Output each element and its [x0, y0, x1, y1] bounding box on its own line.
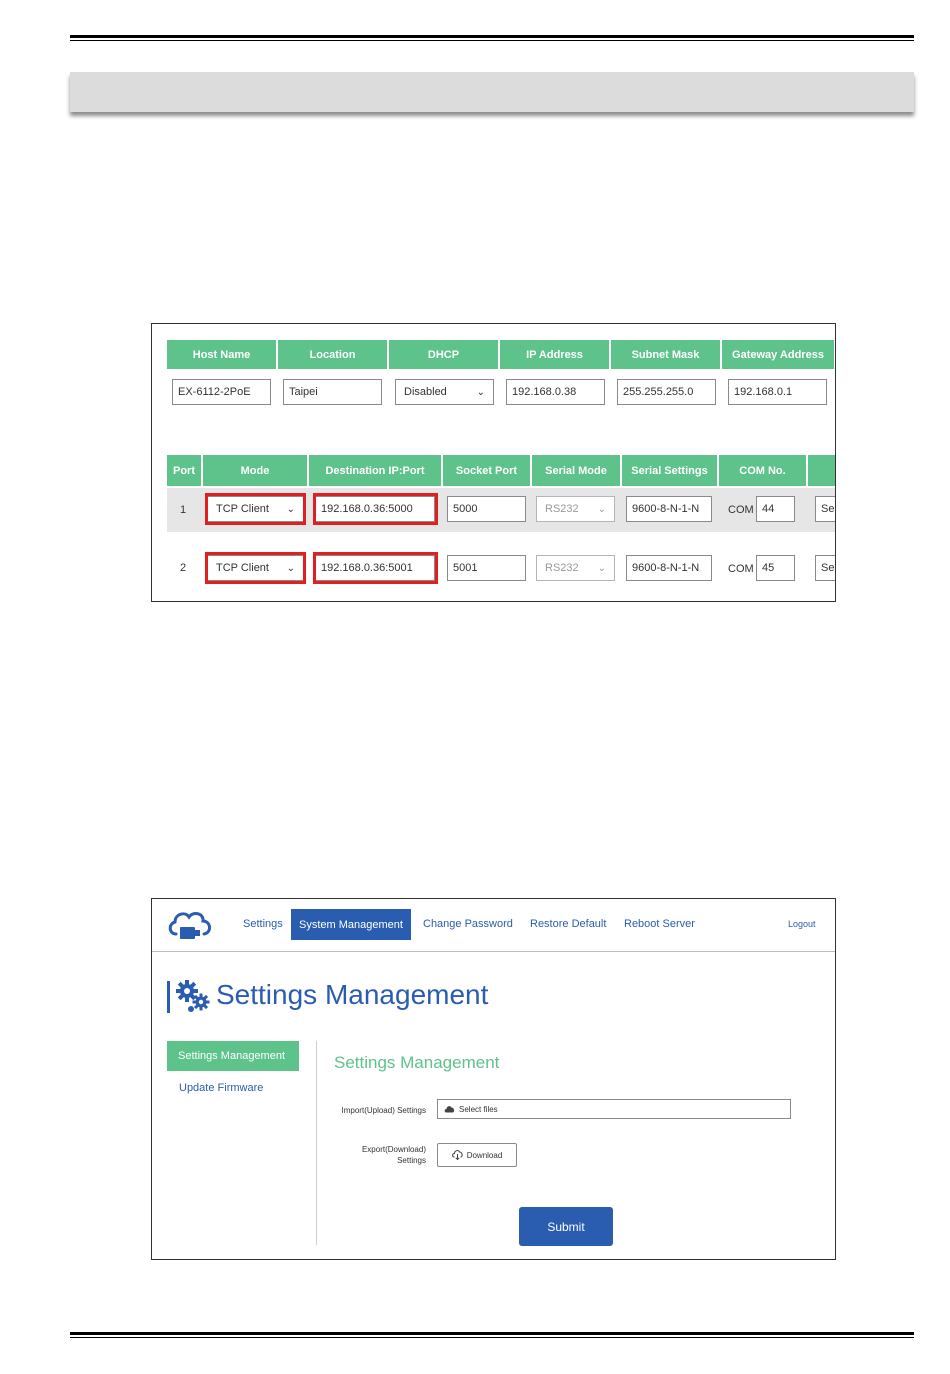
nav-logout[interactable]: Logout — [788, 919, 816, 929]
header-host-name: Host Name — [167, 340, 276, 369]
header-extra — [808, 455, 835, 486]
cloud-download-icon — [451, 1150, 463, 1160]
bottom-rule-thin — [70, 1337, 914, 1338]
chevron-down-icon: ⌄ — [597, 503, 606, 515]
export-label-line1: Export(Download) — [361, 1145, 426, 1154]
port-number: 2 — [180, 562, 187, 574]
location-input[interactable]: Taipei — [283, 379, 382, 405]
extra-input[interactable]: Se — [815, 496, 835, 522]
extra-input[interactable]: Se — [815, 555, 835, 581]
header-location: Location — [278, 340, 387, 369]
download-button[interactable]: Download — [437, 1143, 517, 1167]
import-settings-label: Import(Upload) Settings — [341, 1106, 426, 1115]
header-serial-settings: Serial Settings — [622, 455, 717, 486]
port-number: 1 — [180, 504, 187, 516]
header-socket-port: Socket Port — [443, 455, 530, 486]
header-subnet-mask: Subnet Mask — [611, 340, 720, 369]
gateway-address-input[interactable]: 192.168.0.1 — [728, 379, 827, 405]
sidebar-divider — [316, 1041, 317, 1245]
cloud-logo-icon — [168, 912, 211, 939]
serial-settings-input[interactable]: 9600-8-N-1-N — [626, 496, 712, 522]
socket-port-input[interactable]: 5001 — [447, 555, 526, 581]
page-title: Settings Management — [216, 979, 489, 1010]
settings-management-screenshot: Settings System Management Change Passwo… — [151, 898, 836, 1260]
nav-divider — [152, 951, 835, 952]
header-port: Port — [167, 455, 201, 486]
nav-system-management[interactable]: System Management — [291, 909, 411, 940]
gears-icon — [176, 980, 210, 1012]
highlight-box — [205, 552, 306, 584]
com-prefix-label: COM — [728, 504, 754, 516]
sidebar-item-update-firmware[interactable]: Update Firmware — [179, 1082, 263, 1094]
chevron-down-icon: ⌄ — [476, 386, 485, 398]
highlight-box — [313, 493, 438, 525]
highlight-box — [313, 552, 438, 584]
header-mode: Mode — [203, 455, 307, 486]
header-ip-address: IP Address — [500, 340, 609, 369]
chevron-down-icon: ⌄ — [597, 562, 606, 574]
serial-mode-select[interactable]: RS232 ⌄ — [536, 555, 615, 581]
nav-settings[interactable]: Settings — [243, 918, 283, 930]
serial-mode-select[interactable]: RS232 ⌄ — [536, 496, 615, 522]
com-prefix-label: COM — [728, 563, 754, 575]
sidebar-item-settings-management[interactable]: Settings Management — [167, 1041, 299, 1071]
socket-port-input[interactable]: 5000 — [447, 496, 526, 522]
subnet-mask-input[interactable]: 255.255.255.0 — [617, 379, 716, 405]
header-com-no: COM No. — [719, 455, 806, 486]
submit-button[interactable]: Submit — [519, 1207, 613, 1246]
bottom-rule-thick — [70, 1332, 914, 1335]
serial-mode-value: RS232 — [545, 503, 579, 515]
header-dhcp: DHCP — [389, 340, 498, 369]
serial-settings-input[interactable]: 9600-8-N-1-N — [626, 555, 712, 581]
highlight-box — [205, 493, 306, 525]
nav-reboot-server[interactable]: Reboot Server — [624, 918, 695, 930]
section-title: Settings Management — [334, 1053, 500, 1072]
section-heading-band — [70, 72, 914, 112]
host-name-input[interactable]: EX-6112-2PoE — [172, 379, 271, 405]
download-label: Download — [466, 1150, 503, 1160]
header-gateway-address: Gateway Address — [722, 340, 834, 369]
select-files-label: Select files — [459, 1104, 498, 1114]
com-number-input[interactable]: 44 — [756, 496, 795, 522]
export-settings-label: Export(Download) Settings — [322, 1144, 426, 1166]
header-serial-mode: Serial Mode — [532, 455, 620, 486]
nav-change-password[interactable]: Change Password — [423, 918, 513, 930]
top-rule-thin — [70, 40, 914, 41]
com-number-input[interactable]: 45 — [756, 555, 795, 581]
title-accent-bar — [167, 981, 170, 1013]
export-label-line2: Settings — [397, 1156, 426, 1165]
nav-restore-default[interactable]: Restore Default — [530, 918, 606, 930]
top-rule-thick — [70, 35, 914, 38]
serial-mode-value: RS232 — [545, 562, 579, 574]
cloud-upload-icon — [444, 1106, 455, 1113]
ip-address-input[interactable]: 192.168.0.38 — [506, 379, 605, 405]
port-settings-screenshot: Host Name Location DHCP IP Address Subne… — [151, 323, 836, 602]
header-destination: Destination IP:Port — [309, 455, 441, 486]
dhcp-select[interactable]: Disabled ⌄ — [395, 379, 494, 405]
dhcp-select-value: Disabled — [404, 386, 447, 398]
select-files-input[interactable]: Select files — [437, 1099, 791, 1119]
